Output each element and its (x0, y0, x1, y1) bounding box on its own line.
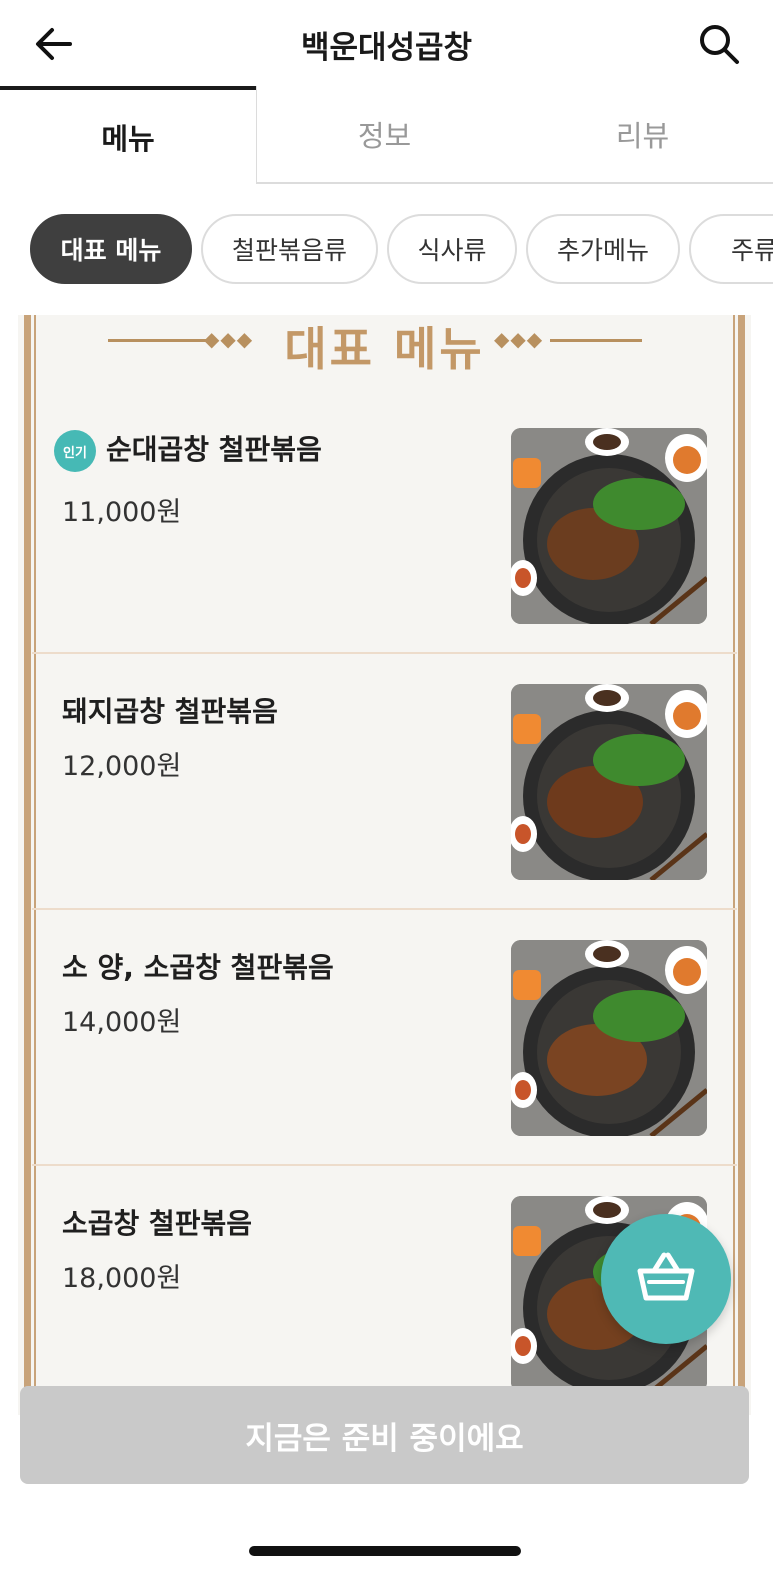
menu-item-price: 18,000원 (62, 1263, 182, 1294)
menu-item-name: 돼지곱창 철판볶음 (62, 695, 278, 728)
menu-item-photo (511, 428, 707, 624)
menu-item-name: 순대곱창 철판볶음 (106, 433, 322, 466)
chip-signature-menu[interactable]: 대표 메뉴 (30, 214, 192, 284)
menu-item-price: 11,000원 (62, 497, 182, 528)
chip-meals[interactable]: 식사류 (387, 214, 517, 284)
search-icon[interactable] (697, 22, 741, 66)
shopping-basket-icon (637, 1251, 695, 1307)
tab-info[interactable]: 정보 (256, 86, 512, 184)
tab-menu[interactable]: 메뉴 (0, 86, 256, 184)
section-title: 대표 메뉴 (284, 322, 485, 376)
menu-item-name-row: 인기 순대곱창 철판볶음 (54, 428, 322, 472)
menu-item-photo (511, 684, 707, 880)
category-chips: 대표 메뉴 철판볶음류 식사류 추가메뉴 주류 (0, 214, 773, 286)
store-tabs: 메뉴 정보 리뷰 (0, 86, 773, 184)
menu-item-name: 소곱창 철판볶음 (62, 1207, 253, 1240)
cart-button[interactable] (601, 1214, 731, 1344)
chip-extra-menu[interactable]: 추가메뉴 (526, 214, 680, 284)
menu-item[interactable]: 소 양, 소곱창 철판볶음 14,000원 (32, 910, 737, 1166)
menu-item-name: 소 양, 소곱창 철판볶음 (62, 951, 334, 984)
menu-item-photo (511, 940, 707, 1136)
menu-item[interactable]: 돼지곱창 철판볶음 12,000원 (32, 654, 737, 910)
section-header: ◆◆◆ 대표 메뉴 ◆◆◆ (18, 315, 751, 376)
popular-badge: 인기 (54, 430, 96, 472)
menu-item[interactable]: 인기 순대곱창 철판볶음 11,000원 (32, 398, 737, 654)
frame-border-left (24, 315, 31, 1415)
chip-drinks[interactable]: 주류 (689, 214, 773, 284)
page-title: 백운대성곱창 (300, 30, 473, 66)
top-bar: 백운대성곱창 (0, 0, 773, 88)
order-button[interactable]: 지금은 준비 중이에요 (20, 1386, 749, 1484)
chip-griddle-stirfry[interactable]: 철판볶음류 (201, 214, 378, 284)
menu-item-price: 12,000원 (62, 751, 182, 782)
ornament-line-right (550, 339, 642, 342)
ornament-diamonds-right: ◆◆◆ (494, 327, 544, 351)
frame-border-right (738, 315, 745, 1415)
menu-item-price: 14,000원 (62, 1007, 182, 1038)
home-indicator (249, 1546, 521, 1556)
tab-reviews[interactable]: 리뷰 (512, 86, 773, 184)
